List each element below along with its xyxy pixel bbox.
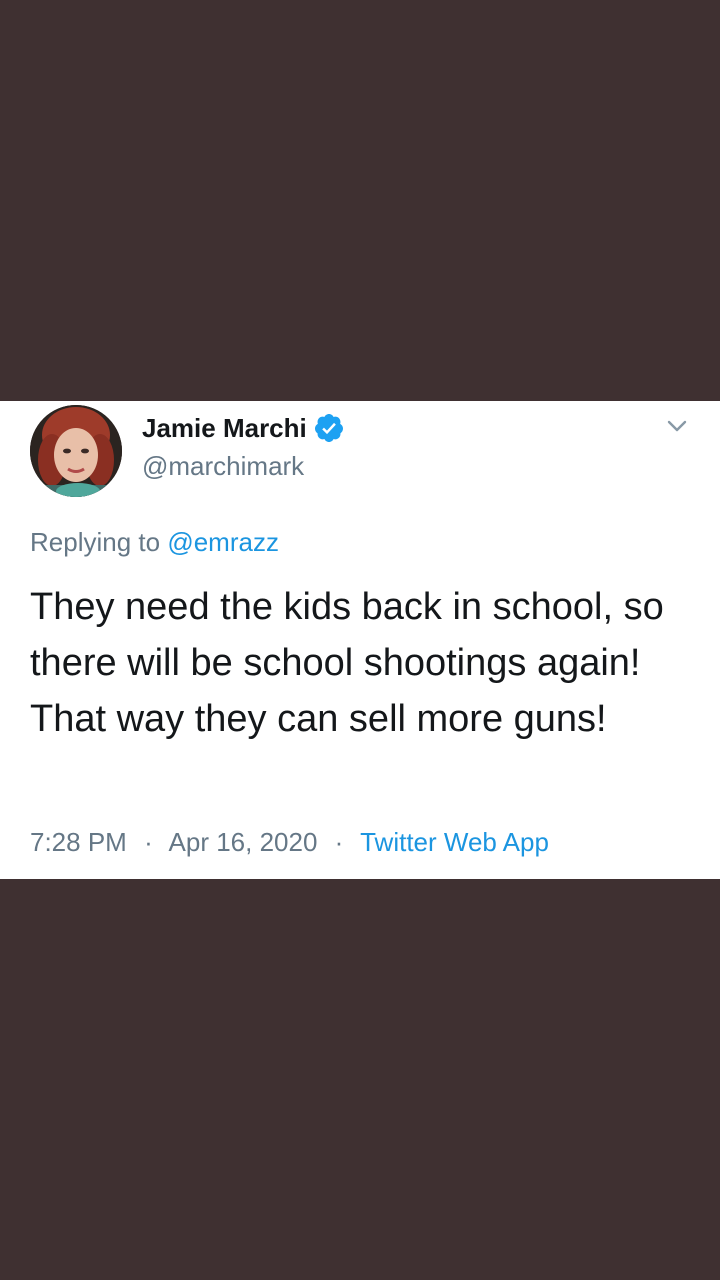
avatar[interactable] bbox=[30, 405, 122, 497]
chevron-down-icon[interactable] bbox=[662, 411, 692, 441]
reply-mention-link[interactable]: @emrazz bbox=[167, 527, 279, 557]
tweet-time[interactable]: 7:28 PM bbox=[30, 827, 127, 857]
verified-badge-icon bbox=[313, 412, 345, 444]
separator-dot: · bbox=[334, 827, 344, 857]
display-name-text: Jamie Marchi bbox=[142, 412, 307, 443]
avatar-image bbox=[30, 405, 122, 497]
separator-dot: · bbox=[144, 827, 153, 857]
tweet-text: They need the kids back in school, so th… bbox=[30, 586, 664, 740]
display-name[interactable]: Jamie Marchi bbox=[142, 412, 345, 444]
tweet-date[interactable]: Apr 16, 2020 bbox=[169, 827, 318, 857]
tweet-card[interactable]: Jamie Marchi @marchimark Replying to @em… bbox=[0, 401, 720, 879]
replying-to: Replying to @emrazz bbox=[30, 527, 279, 558]
tweet-metadata: 7:28 PM · Apr 16, 2020 · Twitter Web App bbox=[30, 827, 549, 858]
tweet-source-link[interactable]: Twitter Web App bbox=[360, 827, 549, 857]
user-handle[interactable]: @marchimark bbox=[142, 451, 304, 482]
replying-to-label: Replying to bbox=[30, 527, 161, 557]
